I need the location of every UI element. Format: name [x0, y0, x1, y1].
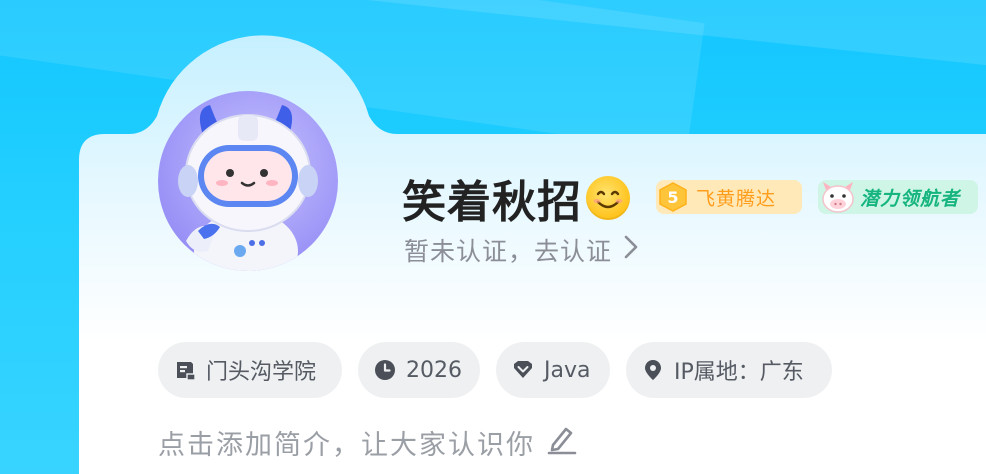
smile-emoji-icon: [586, 176, 630, 220]
tag-ip-location[interactable]: IP属地：广东: [626, 342, 832, 398]
tag-skill[interactable]: Java: [496, 342, 610, 398]
level-badge-label: 飞黄腾达: [696, 187, 777, 210]
tag-school-label: 门头沟学院: [206, 360, 317, 385]
username: 笑着秋招: [402, 177, 582, 228]
potential-badge-label: 潜力领航者: [860, 187, 961, 210]
robot-mascot-avatar-image: [178, 105, 318, 271]
tag-ip-location-label: IP属地：广东: [674, 360, 804, 385]
edit-pencil-icon: [547, 423, 577, 462]
intro-placeholder: 点击添加简介，让大家认识你: [158, 429, 535, 461]
verify-text: 暂未认证，去认证: [404, 237, 613, 266]
username-row: 笑着秋招: [402, 168, 630, 228]
tag-school[interactable]: 门头沟学院: [158, 342, 342, 398]
potential-badge[interactable]: 潜力领航者: [818, 180, 978, 214]
heart-shield-icon: [512, 359, 534, 381]
tag-year-label: 2026: [406, 357, 462, 383]
level-badge[interactable]: 5 飞黄腾达: [656, 180, 802, 214]
clock-icon: [374, 359, 396, 381]
verify-link[interactable]: 暂未认证，去认证: [404, 232, 638, 268]
cow-mascot-icon: [820, 180, 856, 214]
location-pin-icon: [642, 359, 664, 381]
avatar[interactable]: [158, 91, 338, 271]
tag-year[interactable]: 2026: [358, 342, 480, 398]
school-icon: [174, 359, 196, 381]
tag-skill-label: Java: [544, 357, 591, 383]
level-number: 5: [667, 187, 679, 207]
chevron-right-icon: [624, 235, 638, 265]
level-hexagon-icon: 5: [658, 182, 688, 212]
intro-edit[interactable]: 点击添加简介，让大家认识你: [158, 422, 577, 462]
